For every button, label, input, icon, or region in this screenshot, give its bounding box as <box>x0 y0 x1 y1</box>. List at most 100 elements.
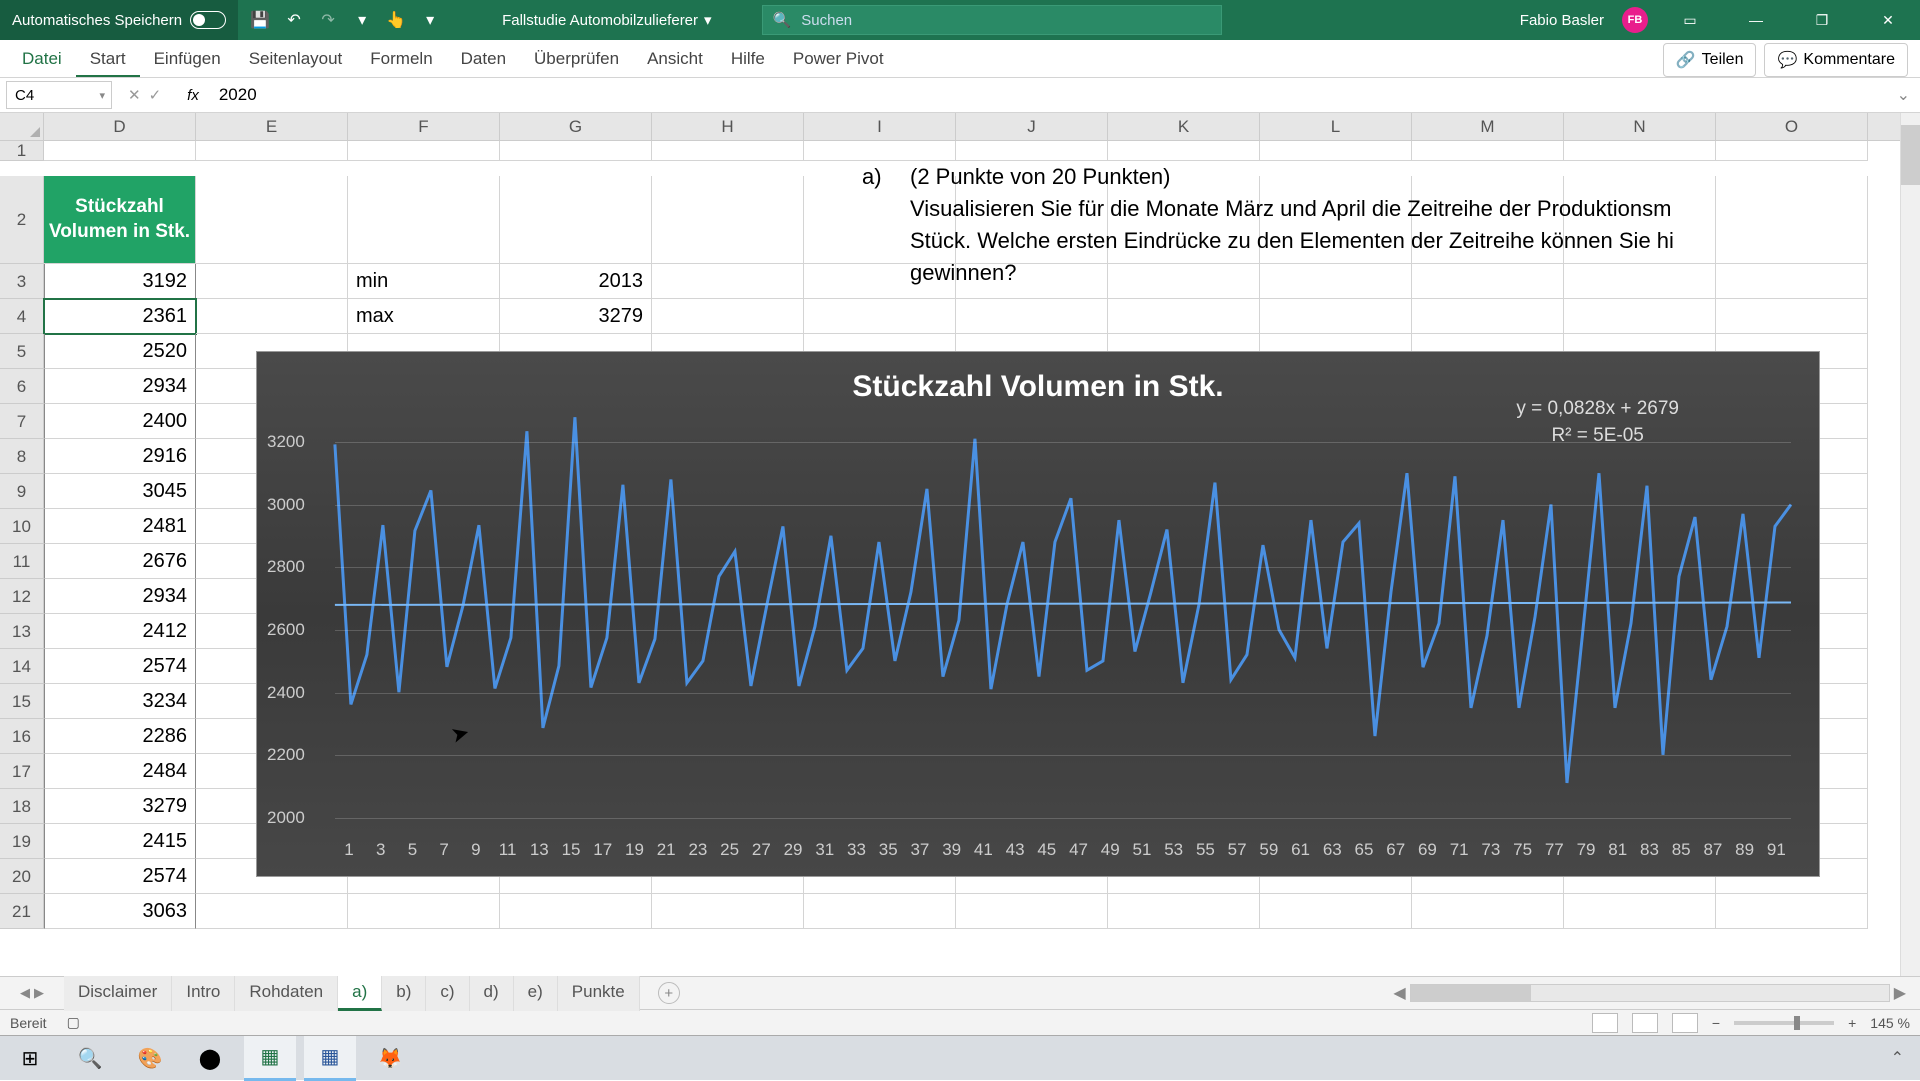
row-header[interactable]: 20 <box>0 859 44 894</box>
add-sheet-button[interactable]: + <box>658 982 680 1004</box>
cell[interactable] <box>1564 299 1716 334</box>
formula-input[interactable]: 2020 <box>209 85 1887 105</box>
sheet-tab[interactable]: d) <box>470 976 514 1011</box>
app-icon[interactable]: 🎨 <box>124 1036 176 1081</box>
cell[interactable] <box>348 894 500 929</box>
cell[interactable] <box>652 176 804 264</box>
cell[interactable]: 3063 <box>44 894 196 929</box>
word-icon[interactable]: ▦ <box>304 1036 356 1081</box>
page-break-button[interactable] <box>1672 1013 1698 1033</box>
obs-icon[interactable]: ⬤ <box>184 1036 236 1081</box>
cell[interactable]: 2400 <box>44 404 196 439</box>
undo-icon[interactable]: ↶ <box>284 10 304 30</box>
cell[interactable] <box>804 299 956 334</box>
redo-icon[interactable]: ↷ <box>318 10 338 30</box>
row-header[interactable]: 9 <box>0 474 44 509</box>
cell[interactable]: 3279 <box>500 299 652 334</box>
col-header[interactable]: G <box>500 113 652 140</box>
search-box[interactable]: 🔍 Suchen <box>762 5 1222 35</box>
zoom-slider[interactable] <box>1734 1021 1834 1025</box>
cell[interactable] <box>804 141 956 161</box>
touch-icon[interactable]: 👆 <box>386 10 406 30</box>
sheet-tab[interactable]: c) <box>426 976 469 1011</box>
cell[interactable]: max <box>348 299 500 334</box>
tab-help[interactable]: Hilfe <box>717 41 779 77</box>
chart-object[interactable]: Stückzahl Volumen in Stk. y = 0,0828x + … <box>256 351 1820 877</box>
row-header[interactable]: 1 <box>0 141 44 161</box>
record-macro-icon[interactable]: ▢ <box>67 1014 80 1031</box>
cell[interactable]: 2676 <box>44 544 196 579</box>
row-header[interactable]: 15 <box>0 684 44 719</box>
cell[interactable] <box>1412 894 1564 929</box>
cell[interactable] <box>196 141 348 161</box>
row-header[interactable]: 7 <box>0 404 44 439</box>
col-header[interactable]: N <box>1564 113 1716 140</box>
scroll-right-icon[interactable]: ▶ <box>1894 983 1906 1003</box>
cell[interactable]: 3234 <box>44 684 196 719</box>
cell[interactable] <box>1564 141 1716 161</box>
tab-data[interactable]: Daten <box>447 41 520 77</box>
user-avatar[interactable]: FB <box>1622 7 1648 33</box>
vertical-scrollbar[interactable] <box>1900 113 1920 976</box>
cell[interactable]: 2361 <box>44 299 196 334</box>
search-button[interactable]: 🔍 <box>64 1036 116 1081</box>
cell[interactable] <box>1412 299 1564 334</box>
username-label[interactable]: Fabio Basler <box>1520 12 1604 29</box>
sheet-tab[interactable]: a) <box>338 976 382 1011</box>
cell[interactable]: 3279 <box>44 789 196 824</box>
cancel-icon[interactable]: ✕ <box>128 86 141 104</box>
zoom-in-button[interactable]: + <box>1848 1015 1856 1031</box>
cell[interactable] <box>652 141 804 161</box>
normal-view-button[interactable] <box>1592 1013 1618 1033</box>
row-header[interactable]: 14 <box>0 649 44 684</box>
cell[interactable] <box>500 176 652 264</box>
col-header[interactable]: M <box>1412 113 1564 140</box>
cell[interactable] <box>652 894 804 929</box>
name-box[interactable]: C4 <box>6 81 112 109</box>
col-header[interactable]: J <box>956 113 1108 140</box>
toggle-switch[interactable] <box>190 11 226 29</box>
cell[interactable] <box>956 299 1108 334</box>
cell[interactable]: 2934 <box>44 369 196 404</box>
cell[interactable]: 3192 <box>44 264 196 299</box>
cell[interactable] <box>1564 894 1716 929</box>
tab-start[interactable]: Start <box>76 41 140 77</box>
cell[interactable] <box>652 299 804 334</box>
cell[interactable] <box>956 141 1108 161</box>
cell[interactable] <box>1260 141 1412 161</box>
col-header[interactable]: L <box>1260 113 1412 140</box>
more-icon[interactable]: ▾ <box>420 10 440 30</box>
cell[interactable]: 2574 <box>44 859 196 894</box>
cell[interactable]: Stückzahl Volumen in Stk. <box>44 176 196 264</box>
scroll-left-icon[interactable]: ◀ <box>1393 983 1405 1003</box>
col-header[interactable]: D <box>44 113 196 140</box>
ribbon-mode-icon[interactable]: ▭ <box>1666 0 1714 40</box>
page-layout-button[interactable] <box>1632 1013 1658 1033</box>
save-icon[interactable]: 💾 <box>250 10 270 30</box>
start-button[interactable]: ⊞ <box>4 1036 56 1081</box>
cell[interactable] <box>196 299 348 334</box>
comments-button[interactable]: 💬Kommentare <box>1764 43 1908 77</box>
row-header[interactable]: 6 <box>0 369 44 404</box>
cell[interactable] <box>500 894 652 929</box>
minimize-icon[interactable]: — <box>1732 0 1780 40</box>
cell[interactable]: 2412 <box>44 614 196 649</box>
firefox-icon[interactable]: 🦊 <box>364 1036 416 1081</box>
cell[interactable] <box>196 894 348 929</box>
close-icon[interactable]: ✕ <box>1864 0 1912 40</box>
cell[interactable] <box>1716 176 1868 264</box>
col-header[interactable]: O <box>1716 113 1868 140</box>
tab-formulas[interactable]: Formeln <box>356 41 446 77</box>
cell[interactable]: 2934 <box>44 579 196 614</box>
cell[interactable] <box>1716 299 1868 334</box>
row-header[interactable]: 13 <box>0 614 44 649</box>
row-header[interactable]: 19 <box>0 824 44 859</box>
show-desktop-icon[interactable]: ⌃ <box>1891 1048 1904 1068</box>
tab-powerpivot[interactable]: Power Pivot <box>779 41 898 77</box>
sheet-tab[interactable]: b) <box>382 976 426 1011</box>
row-header[interactable]: 21 <box>0 894 44 929</box>
zoom-level[interactable]: 145 % <box>1870 1015 1910 1031</box>
tab-review[interactable]: Überprüfen <box>520 41 633 77</box>
next-sheet-icon[interactable]: ▶ <box>34 985 44 1001</box>
sheet-tab[interactable]: e) <box>514 976 558 1011</box>
